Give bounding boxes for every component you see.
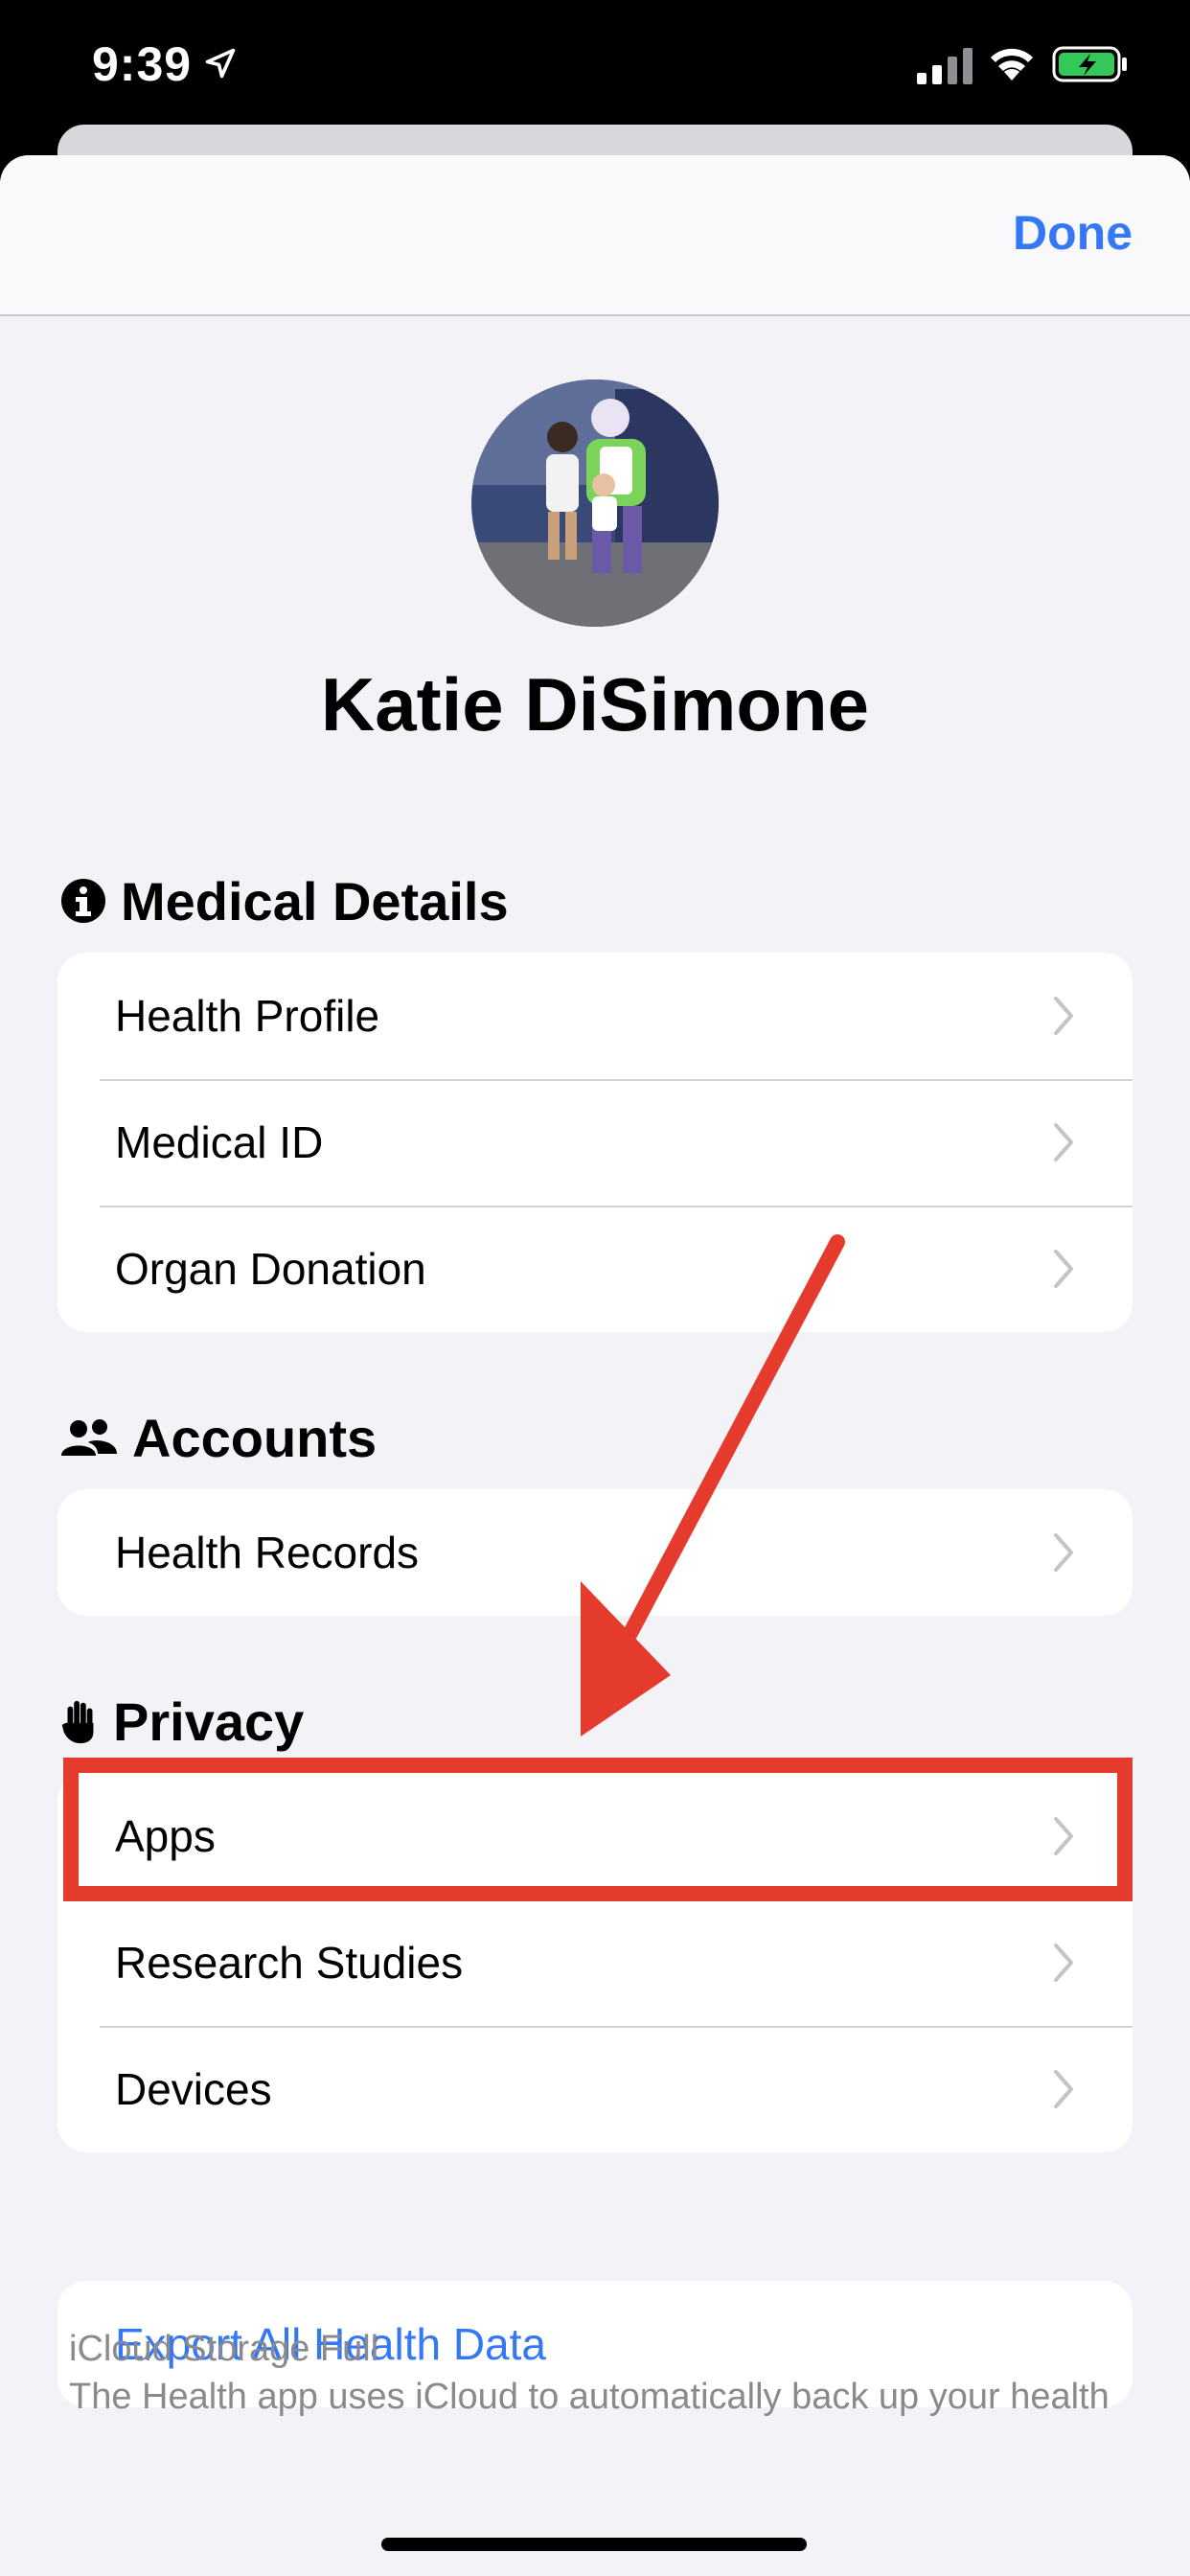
footer-text: The Health app uses iCloud to automatica…	[69, 2377, 1110, 2417]
chevron-right-icon	[1054, 2070, 1073, 2108]
health-profile-sheet: Done Katie DiSimone Medical Details Heal…	[0, 155, 1190, 2576]
status-bar: 9:39	[0, 0, 1190, 134]
row-label: Medical ID	[115, 1117, 324, 1167]
section-title-label: Privacy	[113, 1690, 305, 1752]
location-arrow-icon	[205, 48, 236, 79]
section-title-label: Accounts	[132, 1407, 378, 1468]
avatar[interactable]	[471, 380, 719, 627]
info-circle-icon	[61, 879, 105, 923]
medical-details-group: Health Profile Medical ID Organ Donation	[57, 953, 1133, 1332]
chevron-right-icon	[1054, 1250, 1073, 1288]
list-item-devices[interactable]: Devices	[57, 2026, 1133, 2152]
list-item-organ-donation[interactable]: Organ Donation	[57, 1206, 1133, 1332]
nav-bar: Done	[0, 155, 1190, 316]
section-title-privacy: Privacy	[59, 1683, 304, 1760]
annotation-highlight-box	[63, 1758, 1133, 1901]
people-icon	[61, 1419, 117, 1456]
row-label: Health Profile	[115, 991, 380, 1041]
footer-title: iCloud Storage Full	[69, 2329, 379, 2369]
accounts-group: Health Records	[57, 1489, 1133, 1616]
list-item-medical-id[interactable]: Medical ID	[57, 1079, 1133, 1206]
list-item-research-studies[interactable]: Research Studies	[57, 1899, 1133, 2026]
row-label: Organ Donation	[115, 1244, 426, 1294]
wifi-icon	[991, 48, 1033, 80]
section-title-medical-details: Medical Details	[59, 862, 509, 939]
cellular-signal-icon	[917, 48, 973, 84]
section-title-label: Medical Details	[121, 870, 509, 932]
chevron-right-icon	[1054, 997, 1073, 1035]
done-button[interactable]: Done	[1013, 205, 1133, 261]
row-label: Research Studies	[115, 1938, 464, 1988]
chevron-right-icon	[1054, 1944, 1073, 1982]
section-title-accounts: Accounts	[59, 1399, 377, 1476]
profile-name: Katie DiSimone	[320, 662, 870, 747]
chevron-right-icon	[1054, 1533, 1073, 1572]
battery-charging-icon	[1052, 46, 1127, 82]
list-item-health-profile[interactable]: Health Profile	[57, 953, 1133, 1079]
home-indicator[interactable]	[381, 2538, 807, 2551]
status-time: 9:39	[92, 37, 193, 91]
chevron-right-icon	[1054, 1123, 1073, 1162]
profile-photo	[471, 380, 719, 627]
hand-icon	[61, 1700, 94, 1744]
list-item-health-records[interactable]: Health Records	[57, 1489, 1133, 1616]
row-label: Devices	[115, 2064, 272, 2114]
row-label: Health Records	[115, 1528, 420, 1577]
